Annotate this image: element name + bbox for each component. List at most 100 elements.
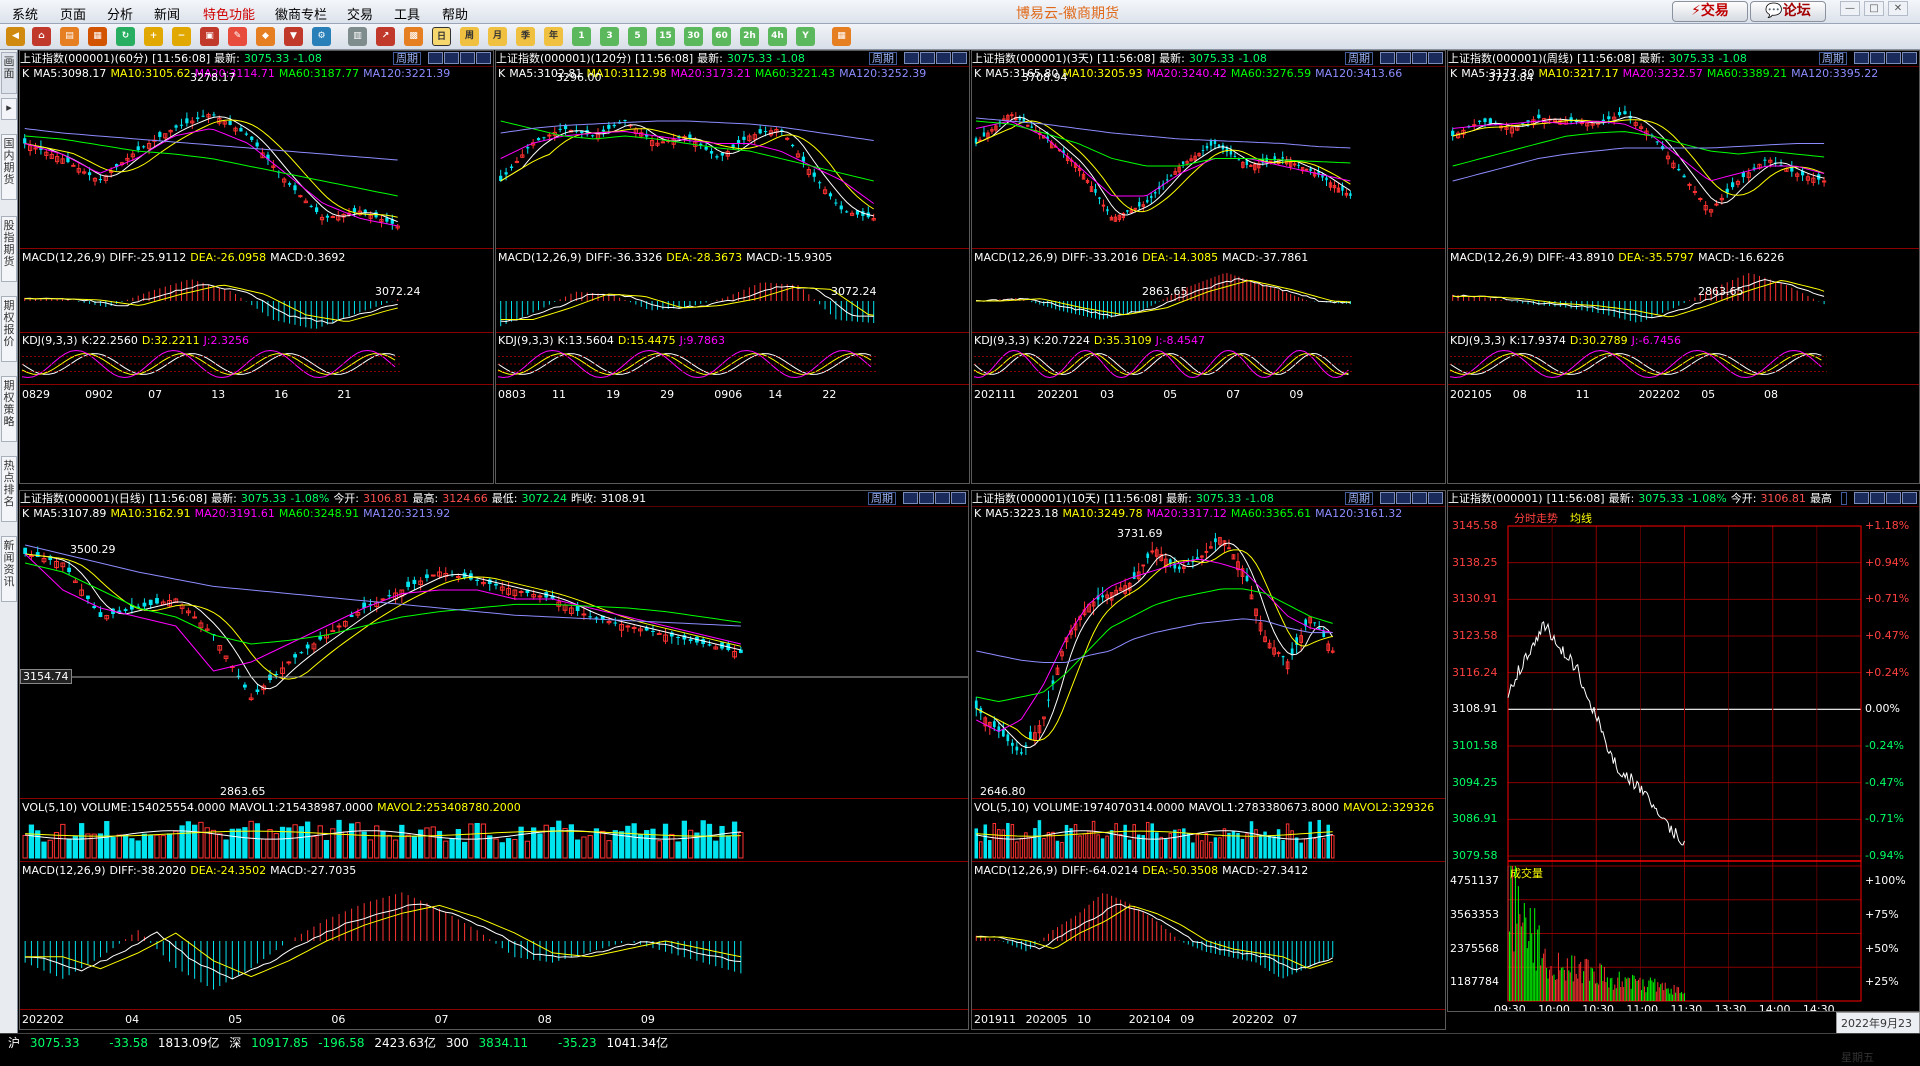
period-2h-button[interactable]: 2h [740, 27, 759, 46]
period-5-button[interactable]: 5 [628, 27, 647, 46]
refresh-icon[interactable]: ↻ [116, 27, 135, 46]
candle-body [1276, 652, 1281, 655]
sidebar-tab-news[interactable]: 新闻资讯 [1, 536, 17, 602]
candle-body [1477, 120, 1482, 122]
period-1-button[interactable]: 1 [572, 27, 591, 46]
pane-separator [20, 332, 493, 333]
price-axis-label: 3086.91 [1452, 812, 1498, 826]
candle-body [536, 138, 541, 141]
news-icon[interactable]: ▦ [88, 27, 107, 46]
sidebar-tab-hot-ranking[interactable]: 热点排名 [1, 456, 17, 522]
volume-bar [1285, 823, 1290, 859]
ma20-value: MA20:3173.21 [670, 67, 751, 80]
window-icon[interactable]: ▣ [200, 27, 219, 46]
low-price-label: 2863.65 [220, 785, 266, 798]
quarter-period-button[interactable]: 季 [516, 27, 535, 46]
filter-icon[interactable]: ▼ [284, 27, 303, 46]
sz-index[interactable]: 10917.85 [251, 1036, 308, 1050]
back-icon[interactable]: ◀ [6, 27, 25, 46]
candle-body [812, 172, 816, 177]
sidebar-tab-chart[interactable]: 画面 [1, 52, 17, 94]
indicator-name: MACD(12,26,9) [974, 251, 1058, 264]
zoom-in-icon[interactable]: + [144, 27, 163, 46]
k-label: K [22, 67, 30, 80]
pane-separator [20, 798, 968, 799]
menu-tools[interactable]: 工具 [394, 4, 420, 23]
chart-panel-3day[interactable]: 上证指数(000001)(3天) [11:56:08] 最新: 3075.33 -1.0… [971, 50, 1446, 484]
indicator-name: KDJ(9,3,3) [498, 334, 554, 347]
year-period-button[interactable]: 年 [544, 27, 563, 46]
volume-bar [173, 830, 179, 859]
volume-bar [60, 823, 66, 859]
i300-amount: 1041.34亿 [606, 1036, 669, 1050]
pen-icon[interactable]: ✎ [228, 27, 247, 46]
price-axis-label: 3138.25 [1452, 555, 1498, 569]
indicator-icon[interactable]: ⚙ [312, 27, 331, 46]
indicator-k: K:22.2560 [81, 334, 138, 347]
sidebar-tab-option-strategy[interactable]: 期权策略 [1, 376, 17, 442]
period-60-button[interactable]: 60 [712, 27, 731, 46]
calc-icon[interactable]: ▩ [404, 27, 423, 46]
sidebar-tab-collapse[interactable]: ▸ [1, 98, 17, 120]
volume-bar [229, 828, 235, 859]
chart-panel-10day[interactable]: 上证指数(000001)(10天) [11:56:08] 最新: 3075.33 -1.… [971, 490, 1446, 1030]
period-30-button[interactable]: 30 [684, 27, 703, 46]
month-period-button[interactable]: 月 [488, 27, 507, 46]
chart-panel-weekly[interactable]: 上证指数(000001)(周线) [11:56:08] 最新: 3075.33 -1.0… [1447, 50, 1920, 484]
candle-body [1730, 182, 1735, 188]
brush-icon[interactable]: ◆ [256, 27, 275, 46]
grid-icon[interactable]: ▦ [832, 27, 851, 46]
menu-analysis[interactable]: 分析 [107, 4, 133, 23]
candle-body [1601, 119, 1606, 122]
trade-button[interactable]: ⚡交易 [1672, 1, 1748, 22]
i300-index[interactable]: 3834.11 [479, 1036, 529, 1050]
volume-bar [399, 824, 405, 859]
menu-trade[interactable]: 交易 [347, 4, 373, 23]
candle-body [142, 602, 147, 607]
sidebar-tab-option-quotes[interactable]: 期权报价 [1, 296, 17, 362]
home-icon[interactable]: ⌂ [32, 27, 51, 46]
chart-panel-120min[interactable]: 上证指数(000001)(120分) [11:56:08] 最新: 3075.33 -1… [495, 50, 970, 484]
volume-pct-label: +25% [1865, 975, 1899, 989]
week-period-button[interactable]: 周 [460, 27, 479, 46]
period-4h-button[interactable]: 4h [768, 27, 787, 46]
table-icon[interactable]: ▥ [348, 27, 367, 46]
chart-icon[interactable]: ↗ [376, 27, 395, 46]
candle-body [514, 160, 520, 163]
minimize-button[interactable]: — [1840, 1, 1860, 16]
indicator-macd: MACD:-37.7861 [1222, 251, 1309, 264]
sh-index[interactable]: 3075.33 [30, 1036, 80, 1050]
volume-axis-label: 1187784 [1450, 975, 1499, 989]
day-period-icon[interactable]: 日 [432, 27, 451, 46]
book-icon[interactable]: ▤ [60, 27, 79, 46]
close-button[interactable]: ✕ [1888, 1, 1908, 16]
menu-features[interactable]: 特色功能 [203, 4, 255, 23]
volume-bar [719, 825, 725, 859]
ma-line [976, 588, 1333, 703]
chart-panel-60min[interactable]: 上证指数(000001)(60分) [11:56:08] 最新: 3075.33 -1.… [19, 50, 494, 484]
zoom-out-icon[interactable]: − [172, 27, 191, 46]
i300-label: 300 [445, 1036, 469, 1050]
forum-button[interactable]: 💬论坛 [1750, 1, 1826, 22]
sidebar-tab-index-futures[interactable]: 股指期货 [1, 216, 17, 282]
ma60-value: MA60:3276.59 [1230, 67, 1312, 80]
menu-page[interactable]: 页面 [60, 4, 86, 23]
chart-panel-daily[interactable]: 上证指数(000001)(日线) [11:56:08] 最新: 3075.33 -1.0… [19, 490, 969, 1030]
pane-separator [20, 384, 493, 385]
candle-body [1229, 150, 1233, 155]
intraday-panel[interactable]: 上证指数(000001) [11:56:08] 最新: 3075.33 -1.08% 今开… [1447, 490, 1920, 1012]
period-3-button[interactable]: 3 [600, 27, 619, 46]
period-15-button[interactable]: 15 [656, 27, 675, 46]
menu-huishang[interactable]: 徽商专栏 [275, 4, 327, 23]
x-axis-label: 202111 [974, 388, 1016, 401]
sidebar-tab-domestic-futures[interactable]: 国内期货 [1, 134, 17, 200]
x-axis-label: 07 [1226, 388, 1241, 401]
time-axis-label: 10:00 [1538, 1003, 1570, 1012]
maximize-button[interactable]: □ [1864, 1, 1884, 16]
menu-system[interactable]: 系统 [12, 4, 38, 23]
indicator-macd: MACD:-16.6226 [1698, 251, 1785, 264]
menu-help[interactable]: 帮助 [442, 4, 468, 23]
sidebar: 画面 ▸ 国内期货 股指期货 期权报价 期权策略 热点排名 新闻资讯 [0, 50, 18, 1033]
period-y-button[interactable]: Y [796, 27, 815, 46]
menu-news[interactable]: 新闻 [154, 4, 180, 23]
